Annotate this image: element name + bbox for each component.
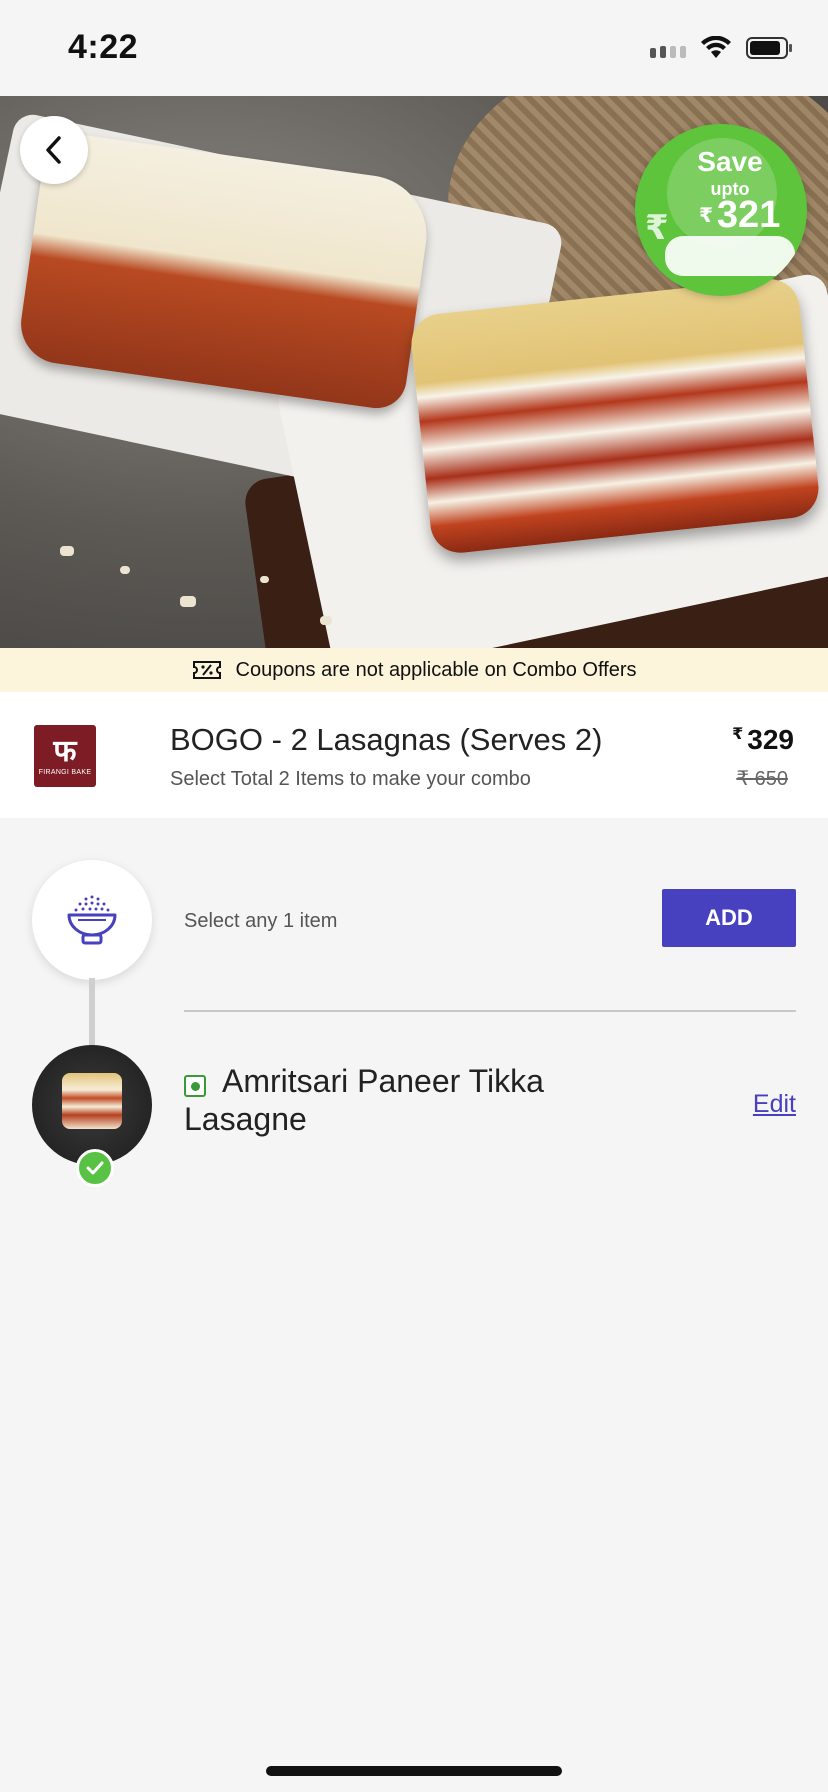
battery-icon — [746, 36, 794, 60]
home-indicator[interactable] — [266, 1766, 562, 1776]
product-subtitle: Select Total 2 Items to make your combo — [170, 768, 531, 790]
bowl-step-icon — [32, 860, 152, 980]
status-icons — [650, 36, 794, 60]
status-time: 4:22 — [68, 28, 139, 66]
back-button[interactable] — [20, 116, 88, 184]
original-price: ₹ 650 — [736, 768, 788, 790]
bowl-icon — [67, 895, 117, 945]
save-label: Save — [697, 146, 763, 177]
crumb — [60, 546, 74, 556]
signal-icon — [650, 38, 686, 58]
save-badge: ₹ Save upto ₹321 — [635, 124, 807, 296]
product-header: फ FIRANGI BAKE BOGO - 2 Lasagnas (Serves… — [0, 692, 828, 818]
add-button[interactable]: ADD — [662, 889, 796, 947]
crumb — [320, 616, 332, 625]
chevron-left-icon — [46, 136, 61, 164]
edit-link[interactable]: Edit — [753, 1090, 796, 1119]
check-icon — [76, 1149, 114, 1187]
crumb — [180, 596, 196, 607]
product-title: BOGO - 2 Lasagnas (Serves 2) — [170, 722, 603, 757]
status-bar: 4:22 — [0, 0, 828, 96]
wifi-icon — [700, 36, 732, 60]
select-item-label: Select any 1 item — [184, 910, 338, 932]
crumb — [120, 566, 130, 574]
price: ₹329 — [732, 724, 794, 755]
lasagna-image — [408, 276, 822, 556]
coupon-banner-text: Coupons are not applicable on Combo Offe… — [235, 658, 637, 681]
divider — [184, 1010, 796, 1012]
crumb — [260, 576, 269, 583]
coupon-icon — [192, 661, 221, 679]
selected-item-name: Amritsari Paneer Tikka Lasagne — [184, 1063, 544, 1137]
brand-logo: फ FIRANGI BAKE — [34, 725, 96, 787]
save-amount: ₹321 — [699, 194, 781, 236]
step-connector — [89, 978, 95, 1048]
item-thumbnail — [32, 1045, 152, 1165]
coupon-banner: Coupons are not applicable on Combo Offe… — [0, 648, 828, 692]
